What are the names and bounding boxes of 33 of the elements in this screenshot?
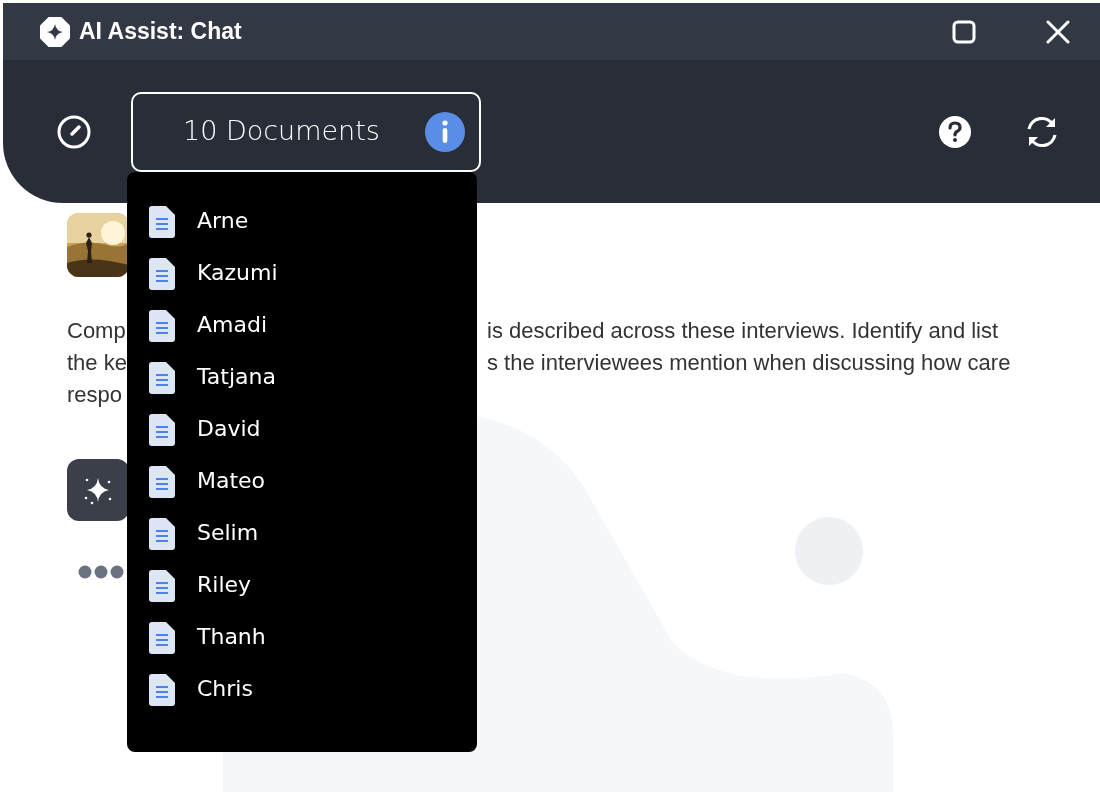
message-text: respo bbox=[67, 382, 123, 407]
help-button[interactable] bbox=[938, 114, 972, 149]
document-icon bbox=[149, 518, 175, 550]
document-icon bbox=[149, 206, 175, 238]
menu-item[interactable]: David bbox=[149, 414, 261, 466]
maximize-button[interactable] bbox=[952, 19, 976, 44]
info-icon bbox=[425, 111, 465, 152]
message-text: Comp bbox=[67, 318, 126, 343]
document-icon bbox=[149, 258, 175, 290]
document-icon bbox=[149, 674, 175, 706]
close-button[interactable] bbox=[1046, 19, 1070, 44]
menu-item[interactable]: Kazumi bbox=[149, 258, 278, 310]
message-text: the ke bbox=[67, 350, 127, 375]
menu-item[interactable]: Arne bbox=[149, 206, 249, 258]
document-icon bbox=[149, 414, 175, 446]
documents-button[interactable]: 10 Documents bbox=[131, 91, 481, 172]
document-icon bbox=[149, 466, 175, 498]
menu-item[interactable]: Riley bbox=[149, 570, 252, 622]
menu-item[interactable]: Tatjana bbox=[149, 362, 276, 414]
message-text: s the interviewees mention when discussing how care bbox=[486, 349, 1011, 377]
menu-item[interactable]: Mateo bbox=[149, 466, 266, 518]
window-title: AI Assist: Chat bbox=[79, 17, 242, 47]
app-logo-icon bbox=[39, 15, 71, 48]
assistant-avatar-icon bbox=[67, 459, 129, 521]
menu-item[interactable]: Amadi bbox=[149, 310, 268, 362]
document-icon bbox=[149, 310, 175, 342]
menu-item[interactable]: Thanh bbox=[149, 622, 266, 674]
message-text: is described across these interviews. Identify and list bbox=[486, 317, 999, 345]
document-icon bbox=[149, 570, 175, 602]
document-icon bbox=[149, 622, 175, 654]
document-icon bbox=[149, 362, 175, 394]
menu-item[interactable]: Selim bbox=[149, 518, 259, 570]
menu-item[interactable]: Chris bbox=[149, 674, 253, 726]
